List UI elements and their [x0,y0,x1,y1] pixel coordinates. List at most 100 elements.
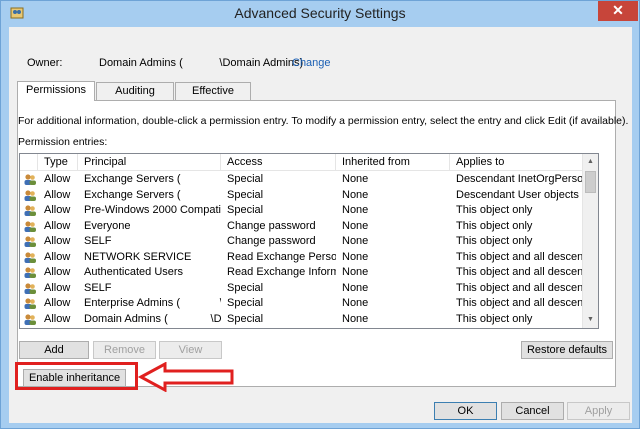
cell-type: Allow [44,204,71,216]
table-row[interactable]: Allow Exchange Servers ( \E... Special N… [20,172,583,188]
cell-access: Special [227,173,264,185]
cell-applies-to: This object only [456,219,533,232]
users-icon [24,282,36,294]
cell-access: Special [227,281,264,294]
table-row[interactable]: Allow Pre-Windows 2000 Compatib... Speci… [20,203,583,219]
cell-access: Change password [227,219,316,232]
left-arrow-icon [137,362,234,392]
column-header-principal[interactable]: Principal [78,154,221,171]
cell-access: Special [227,312,264,325]
owner-label: Owner: [27,57,63,69]
cell-inherited-from: None [342,219,369,232]
cell-access: Special [227,204,264,216]
cell-inherited-from: None [342,173,369,185]
users-icon [24,251,36,263]
owner-change-link[interactable]: Change [292,57,331,69]
cell-principal: SELF [84,281,112,294]
ok-button[interactable]: OK [434,402,497,420]
cancel-button[interactable]: Cancel [501,402,564,420]
cell-inherited-from: None [342,188,369,201]
tab-effective-access[interactable]: Effective Access [175,82,251,114]
cell-type: Allow [44,297,71,309]
remove-button[interactable]: Remove [93,341,156,359]
table-row[interactable]: Allow Everyone Change password None This… [20,219,583,235]
cell-applies-to: This object only [456,204,533,216]
table-row[interactable]: Allow Authenticated Users Read Exchange … [20,265,583,281]
tab-auditing[interactable]: Auditing [96,82,174,101]
table-row[interactable]: Allow NETWORK SERVICE Read Exchange Pers… [20,250,583,266]
cell-principal: Exchange Servers ( \E... [84,173,181,185]
cell-applies-to: This object only [456,235,533,247]
cell-type: Allow [44,188,71,201]
cell-inherited-from: None [342,266,369,278]
cell-applies-to: This object and all descendan... [456,250,583,263]
view-button[interactable]: View [159,341,222,359]
close-button[interactable]: ✕ [598,1,638,21]
entries-label: Permission entries: [18,136,108,148]
cell-applies-to: This object and all descendan... [456,281,583,294]
cell-principal: SELF [84,235,112,247]
table-row[interactable]: Allow SELF Special None This object and … [20,281,583,297]
advanced-security-settings-window: Advanced Security Settings ✕ Owner: Doma… [0,0,640,429]
users-icon [24,174,36,185]
info-text: For additional information, double-click… [18,115,629,127]
cell-type: Allow [44,281,71,294]
table-row[interactable]: Allow Enterprise Admins ( \Do... Special… [20,296,583,312]
users-icon [24,220,36,232]
cell-access: Read Exchange Person... [227,250,336,263]
users-icon [24,313,36,325]
table-row[interactable]: Allow Domain Admins ( \Do... Special Non… [20,312,583,328]
cell-type: Allow [44,266,71,278]
tab-permissions[interactable]: Permissions [17,81,95,101]
cell-inherited-from: None [342,235,369,247]
window-title: Advanced Security Settings [234,5,406,21]
chevron-up-icon[interactable]: ▲ [583,154,598,170]
cell-access: Special [227,188,264,201]
column-header-icon [20,154,38,171]
list-header: Type Principal Access Inherited from App… [20,154,583,171]
vertical-scrollbar[interactable]: ▲ ▼ [582,154,598,328]
cell-principal: NETWORK SERVICE [84,250,192,263]
cell-applies-to: This object and all descendan... [456,266,583,278]
cell-type: Allow [44,250,71,263]
cell-principal: Everyone [84,219,131,232]
cell-principal: Domain Admins ( \Do... [84,312,221,325]
permission-entries-list[interactable]: Type Principal Access Inherited from App… [19,153,599,329]
column-header-applies-to[interactable]: Applies to [450,154,583,171]
cell-inherited-from: None [342,312,369,325]
title-bar[interactable]: Advanced Security Settings ✕ [1,1,639,25]
highlight-box [15,362,138,390]
cell-access: Special [227,297,264,309]
list-rows: Allow Exchange Servers ( \E... Special N… [20,172,583,327]
cell-principal: Pre-Windows 2000 Compatib... [84,204,221,216]
cell-inherited-from: None [342,297,369,309]
cell-inherited-from: None [342,250,369,263]
cell-principal: Authenticated Users [84,266,184,278]
column-header-inherited-from[interactable]: Inherited from [336,154,450,171]
add-button[interactable]: Add [19,341,89,359]
table-row[interactable]: Allow Exchange Servers ( \E... Special N… [20,188,583,204]
users-icon [24,298,36,309]
cell-principal: Enterprise Admins ( \Do... [84,297,221,309]
apply-button[interactable]: Apply [567,402,630,420]
users-icon [24,205,36,216]
scrollbar-thumb[interactable] [585,171,596,193]
users-icon [24,189,36,201]
cell-type: Allow [44,312,71,325]
cell-type: Allow [44,173,71,185]
users-icon [24,267,36,278]
cell-applies-to: Descendant User objects [456,188,579,201]
column-header-access[interactable]: Access [221,154,336,171]
cell-access: Change password [227,235,316,247]
cell-inherited-from: None [342,281,369,294]
cell-applies-to: This object only [456,312,533,325]
cell-type: Allow [44,219,71,232]
table-row[interactable]: Allow SELF Change password None This obj… [20,234,583,250]
users-icon [24,236,36,247]
column-header-type[interactable]: Type [38,154,78,171]
cell-access: Read Exchange Inform... [227,266,336,278]
cell-inherited-from: None [342,204,369,216]
owner-value: Domain Admins ( \Domain Admins) [99,57,304,69]
restore-defaults-button[interactable]: Restore defaults [521,341,613,359]
chevron-down-icon[interactable]: ▼ [583,312,598,328]
